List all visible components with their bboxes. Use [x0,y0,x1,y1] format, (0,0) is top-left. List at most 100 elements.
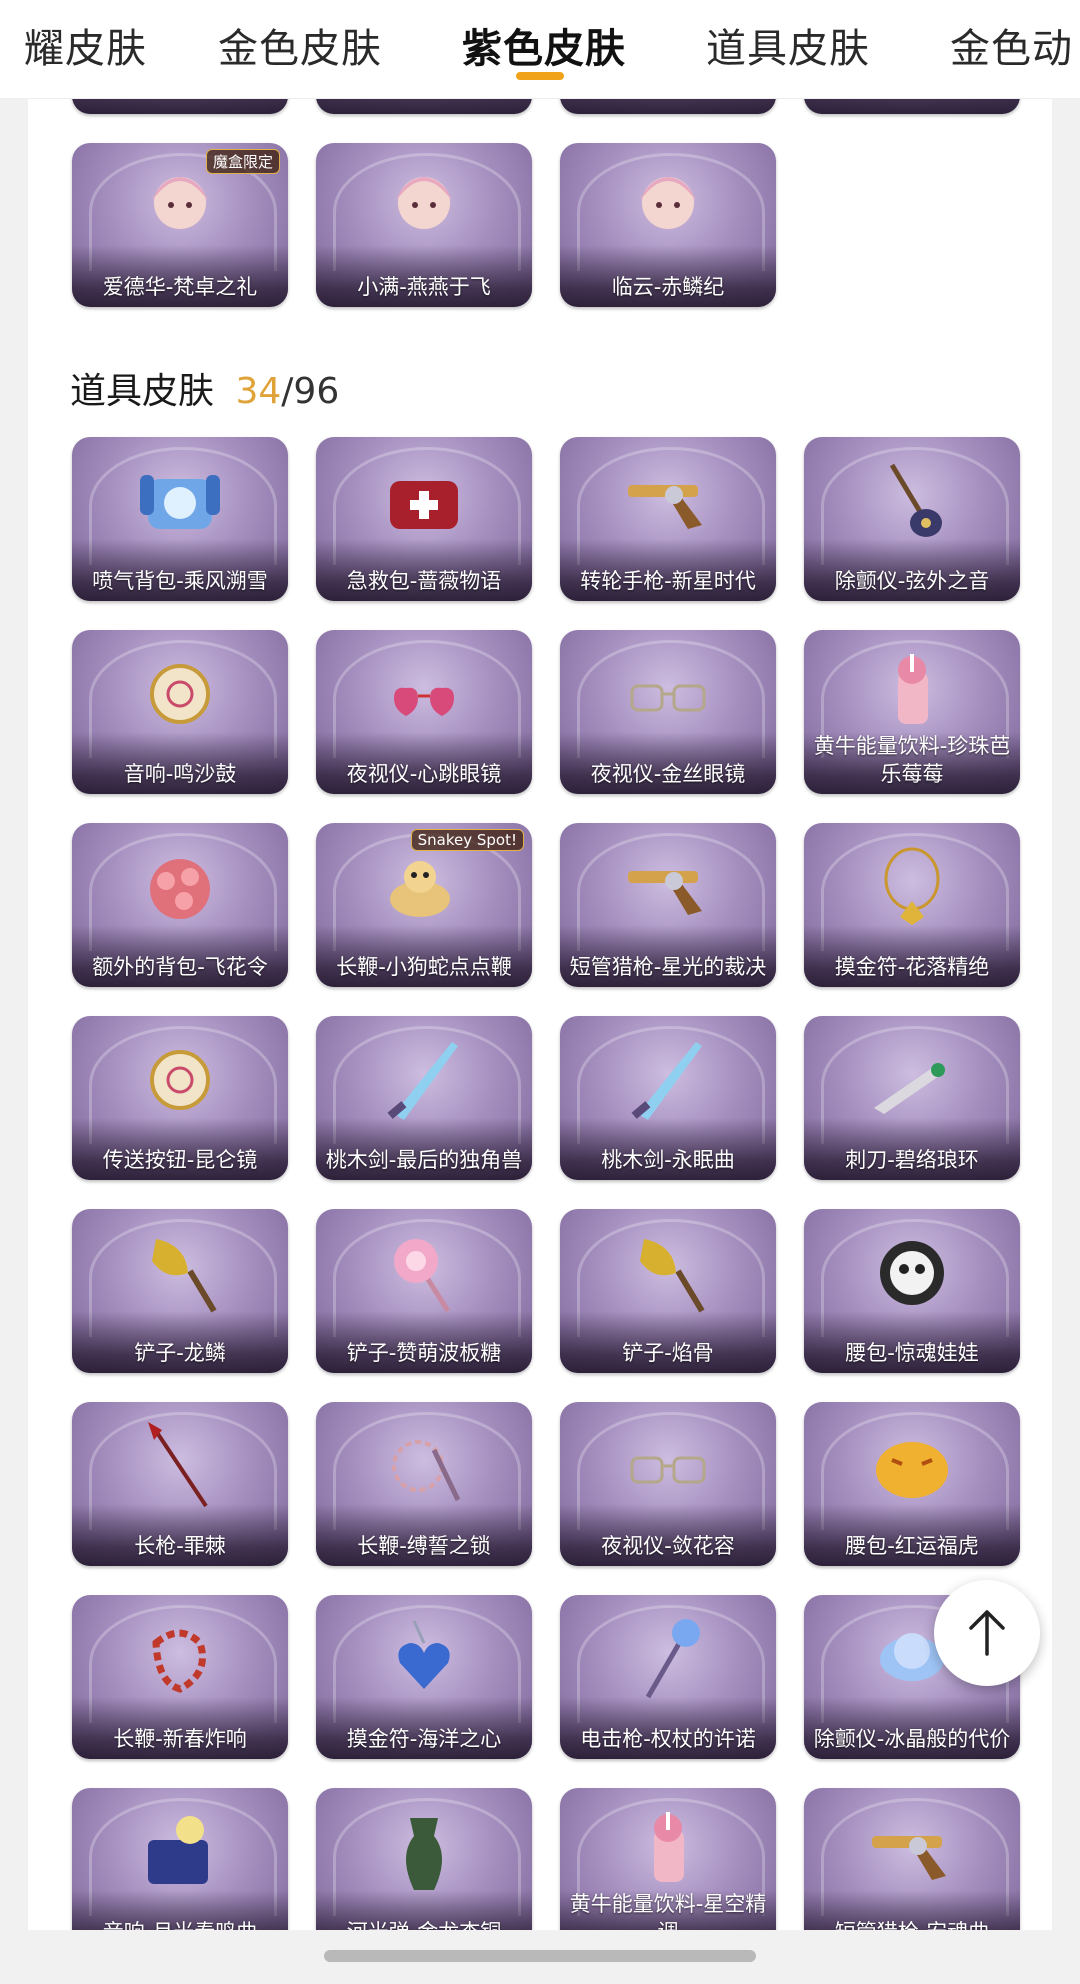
skin-card[interactable]: 短管猎枪-安魂曲 [804,1788,1020,1930]
skin-card[interactable]: 电击枪-权杖的许诺 [560,1595,776,1759]
skin-name: 额外的背包-飞花令 [92,955,268,979]
skin-name: 摸金符-花落精绝 [834,955,990,979]
skin-card[interactable]: 临云-赤鳞纪 [560,143,776,307]
tiger-bag-icon [876,1442,948,1498]
skin-card[interactable]: 铲子-龙鳞 [72,1209,288,1373]
firecracker-icon [152,1629,206,1693]
skin-card[interactable]: 魔盒限定 爱德华-梵卓之礼 [72,143,288,307]
card-badge: Snakey Spot! [410,829,524,851]
skin-card[interactable]: 铲子-赞萌波板糖 [316,1209,532,1373]
skin-name: 长枪-罪棘 [134,1534,226,1558]
skin-card[interactable]: 喷气背包-乘风溯雪 [72,437,288,601]
skin-card[interactable]: 腰包-红运福虎 [804,1402,1020,1566]
skin-name: 腰包-红运福虎 [845,1534,979,1558]
skin-card[interactable]: 音响-月光奏鸣曲 [72,1788,288,1930]
skin-card[interactable]: 河光弹-金龙杏铜 [316,1788,532,1930]
skin-card[interactable]: 传送按钮-昆仑镜 [72,1016,288,1180]
glasses-icon [630,684,706,712]
skin-card[interactable]: 夜视仪-心跳眼镜 [316,630,532,794]
skin-name: 黄牛能量饮料-珍珠芭乐莓莓 [813,734,1011,786]
sword-icon [387,1042,458,1120]
skin-name: 音响-鸣沙鼓 [123,762,237,786]
skin-card[interactable]: 摸金符-海洋之心 [316,1595,532,1759]
shotgun-icon [872,1836,946,1880]
skin-card[interactable]: 铲子-焰骨 [560,1209,776,1373]
drink-icon [898,654,928,724]
skin-name: 临云-赤鳞纪 [611,275,725,299]
character-portrait-icon [396,177,452,229]
skin-card[interactable]: 夜视仪-金丝眼镜 [560,630,776,794]
skin-name: 小满-燕燕于飞 [357,275,491,299]
flower-bag-icon [150,859,210,919]
skin-name: 腰包-惊魂娃娃 [845,1341,979,1365]
skin-card[interactable]: 音响-鸣沙鼓 [72,630,288,794]
tab-gold-motion[interactable]: 金色动 [950,16,1073,74]
mirror-icon [150,1050,210,1110]
skin-name: 刺刀-碧络琅环 [845,1148,979,1172]
skull-doll-icon [880,1241,944,1305]
skin-card[interactable]: 桃木剑-永眠曲 [560,1016,776,1180]
skin-name: 电击枪-权杖的许诺 [580,1727,756,1751]
skin-card[interactable]: 除颤仪-弦外之音 [804,437,1020,601]
skin-card[interactable]: 黄牛能量饮料-星空精调 [560,1788,776,1930]
skin-name: 喷气背包-乘风溯雪 [92,569,268,593]
skin-name: 短管猎枪-安魂曲 [812,1918,1012,1930]
skin-name: 桃木剑-最后的独角兽 [325,1148,523,1172]
tab-gold-skins[interactable]: 金色皮肤 [218,16,382,74]
skin-card[interactable]: 摸金符-花落精绝 [804,823,1020,987]
skin-card[interactable]: 短管猎枪-星光的裁决 [560,823,776,987]
arrow-up-icon [969,1610,1005,1656]
skin-name: 桃木剑-永眠曲 [601,1148,735,1172]
flower-glasses-icon [630,1456,706,1484]
shovel-icon [640,1239,705,1313]
drum-icon [150,664,210,724]
active-tab-indicator [516,72,564,80]
medkit-icon [390,481,458,529]
skin-name: 转轮手枪-新星时代 [580,569,756,593]
tab-glory-skins[interactable]: 耀皮肤 [24,16,147,74]
skin-name: 除颤仪-弦外之音 [834,569,990,593]
skin-card[interactable]: Snakey Spot! 长鞭-小狗蛇点点鞭 [316,823,532,987]
skin-name: 短管猎枪-星光的裁决 [569,955,767,979]
tab-prop-skins[interactable]: 道具皮肤 [706,16,870,74]
skin-card[interactable]: 黄牛能量饮料-珍珠芭乐莓莓 [804,630,1020,794]
home-indicator [324,1950,756,1962]
skin-card[interactable]: 腰包-惊魂娃娃 [804,1209,1020,1373]
skin-card[interactable]: 桃木剑-最后的独角兽 [316,1016,532,1180]
tab-purple-skins[interactable]: 紫色皮肤 [462,16,626,74]
jetpack-icon [140,475,220,529]
amulet-icon [884,847,940,925]
sword-icon [631,1042,702,1120]
skin-card[interactable]: 转轮手枪-新星时代 [560,437,776,601]
skin-card[interactable]: 夜视仪-敛花容 [560,1402,776,1566]
shotgun-icon [628,871,702,915]
skin-name: 音响-月光奏鸣曲 [80,1918,280,1930]
section-title-text: 道具皮肤 [70,371,215,412]
character-portrait-icon [152,177,208,229]
skin-name: 黄牛能量饮料-星空精调 [569,1892,767,1930]
vase-icon [406,1818,442,1890]
skin-name: 长鞭-缚誓之锁 [357,1534,491,1558]
skin-card[interactable]: 急救包-蔷薇物语 [316,437,532,601]
revolver-icon [628,485,702,529]
skin-card[interactable]: 额外的背包-飞花令 [72,823,288,987]
prop-section-title: 道具皮肤 34/96 [70,362,339,414]
dagger-icon [874,1063,945,1114]
skin-name: 摸金符-海洋之心 [346,1727,502,1751]
heart-gem-icon [398,1620,450,1689]
skin-card[interactable]: 长枪-罪棘 [72,1402,288,1566]
skin-category-tabs: 耀皮肤 金色皮肤 紫色皮肤 道具皮肤 金色动 [0,0,1080,99]
skin-name: 急救包-蔷薇物语 [346,569,502,593]
skin-card[interactable]: 长鞭-缚誓之锁 [316,1402,532,1566]
skin-card[interactable]: 小满-燕燕于飞 [316,143,532,307]
lollipop-icon [394,1239,451,1313]
heart-glasses-icon [394,687,454,716]
piano-icon [148,1816,208,1884]
chain-icon [392,1440,461,1502]
skin-card[interactable]: 长鞭-新春炸响 [72,1595,288,1759]
spear-icon [148,1422,208,1508]
shovel-icon [152,1239,217,1313]
scroll-to-top-button[interactable] [934,1580,1040,1686]
skin-card[interactable]: 刺刀-碧络琅环 [804,1016,1020,1180]
card-badge: 魔盒限定 [205,149,280,174]
